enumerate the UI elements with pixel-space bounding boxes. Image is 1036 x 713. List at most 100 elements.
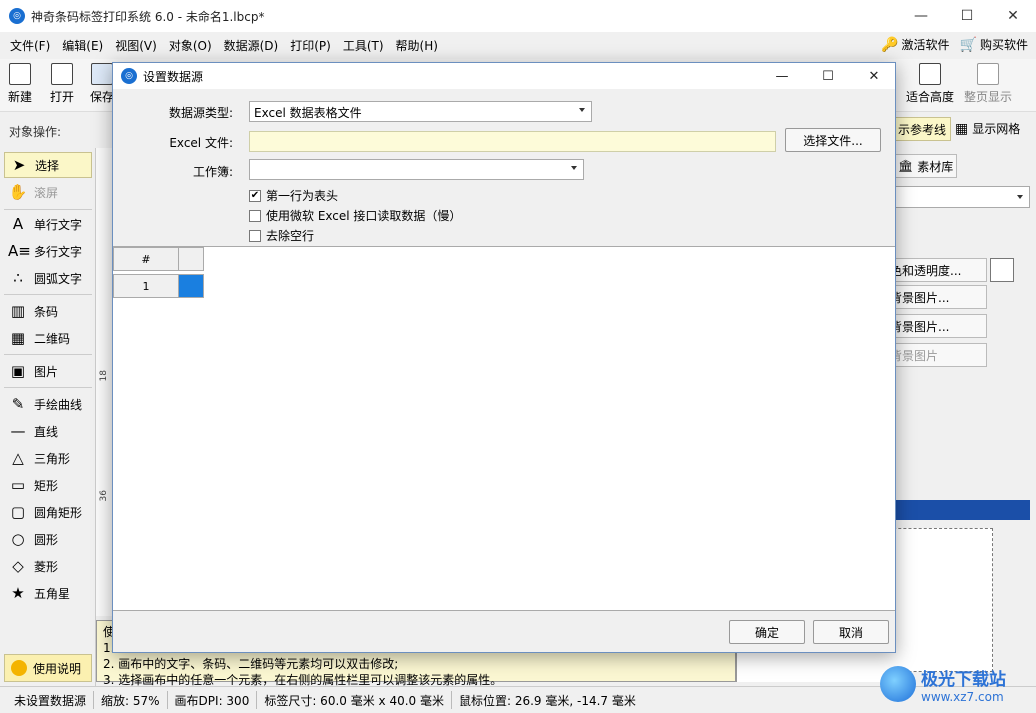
open-button[interactable]: 打开 bbox=[50, 63, 74, 105]
cart-icon: 🛒 bbox=[959, 36, 977, 53]
status-mouse-pos: 鼠标位置: 26.9 毫米, -14.7 毫米 bbox=[458, 693, 636, 708]
tool-star-label: 五角星 bbox=[34, 586, 71, 601]
datasource-type-select[interactable]: Excel 数据表格文件 bbox=[249, 101, 592, 122]
site-watermark: 极光下载站 www.xz7.com bbox=[880, 660, 1030, 708]
dialog-titlebar: ◎ 设置数据源 — ☐ ✕ bbox=[113, 63, 895, 89]
status-dpi: 画布DPI: 300 bbox=[168, 691, 258, 709]
material-select[interactable] bbox=[893, 186, 1030, 208]
tool-line[interactable]: — 直线 bbox=[4, 418, 92, 444]
maximize-button[interactable]: ☐ bbox=[944, 0, 990, 32]
watermark-name: 极光下载站 bbox=[921, 669, 1006, 690]
key-icon: 🔑 bbox=[881, 36, 899, 53]
set-bg-image-button[interactable]: 背景图片... bbox=[885, 285, 987, 309]
tool-image[interactable]: ▣ 图片 bbox=[4, 358, 92, 384]
ok-button[interactable]: 确定 bbox=[729, 620, 805, 644]
help-label: 使用说明 bbox=[33, 661, 82, 676]
open-label: 打开 bbox=[50, 90, 75, 104]
remove-empty-label: 去除空行 bbox=[266, 229, 315, 243]
tab-material-lib[interactable]: 🏛 素材库 bbox=[893, 154, 957, 178]
show-grid-label: 显示网格 bbox=[972, 122, 1021, 136]
tool-arc-text-label: 圆弧文字 bbox=[34, 271, 83, 286]
tool-line-label: 直线 bbox=[34, 424, 59, 439]
bulb-icon bbox=[11, 660, 27, 676]
menu-tools[interactable]: 工具(T) bbox=[337, 37, 390, 54]
first-row-header-label: 第一行为表头 bbox=[266, 189, 339, 203]
color-opacity-button[interactable]: 色和透明度... bbox=[885, 258, 987, 282]
excel-file-input[interactable] bbox=[249, 131, 776, 152]
chevron-down-icon bbox=[1017, 195, 1023, 199]
tool-scroll-label: 滚屏 bbox=[34, 185, 59, 200]
save-label: 保存 bbox=[90, 90, 115, 104]
save-button[interactable]: 保存 bbox=[90, 63, 114, 105]
menu-bar: 文件(F) 编辑(E) 视图(V) 对象(O) 数据源(D) 打印(P) 工具(… bbox=[0, 32, 1036, 59]
tool-arc-text[interactable]: ∴ 圆弧文字 bbox=[4, 265, 92, 291]
multiline-text-icon: A≡ bbox=[8, 242, 31, 260]
tool-star[interactable]: ★ 五角星 bbox=[4, 580, 92, 606]
tool-diamond[interactable]: ◇ 菱形 bbox=[4, 553, 92, 579]
new-label: 新建 bbox=[8, 90, 33, 104]
menu-view[interactable]: 视图(V) bbox=[109, 37, 163, 54]
line-icon: — bbox=[10, 422, 26, 440]
datasource-type-label: 数据源类型: bbox=[168, 106, 233, 120]
tool-triangle[interactable]: △ 三角形 bbox=[4, 445, 92, 471]
remove-empty-rows-checkbox[interactable]: 去除空行 bbox=[249, 227, 314, 244]
checkbox-icon bbox=[249, 209, 261, 222]
tool-select[interactable]: ➤ 选择 bbox=[4, 152, 92, 178]
cancel-button[interactable]: 取消 bbox=[813, 620, 889, 644]
menu-help[interactable]: 帮助(H) bbox=[390, 37, 444, 54]
menu-datasource[interactable]: 数据源(D) bbox=[218, 37, 285, 54]
window-title: 神奇条码标签打印系统 6.0 - 未命名1.lbcp* bbox=[31, 9, 265, 24]
dialog-minimize-button[interactable]: — bbox=[759, 63, 805, 89]
buy-software-link[interactable]: 🛒 购买软件 bbox=[960, 36, 1028, 53]
use-ms-excel-checkbox[interactable]: 使用微软 Excel 接口读取数据（慢） bbox=[249, 207, 461, 224]
dialog-close-button[interactable]: ✕ bbox=[851, 63, 897, 89]
new-button[interactable]: 新建 bbox=[8, 63, 32, 105]
clear-bg-image-button[interactable]: 背景图片 bbox=[885, 343, 987, 367]
tool-circle[interactable]: ○ 圆形 bbox=[4, 526, 92, 552]
menu-edit[interactable]: 编辑(E) bbox=[56, 37, 109, 54]
data-preview-grid: # 1 bbox=[113, 246, 895, 611]
tool-single-text[interactable]: A 单行文字 bbox=[4, 211, 92, 237]
dialog-maximize-button[interactable]: ☐ bbox=[805, 63, 851, 89]
tool-qrcode[interactable]: ▦ 二维码 bbox=[4, 325, 92, 351]
tool-scroll[interactable]: ✋ 滚屏 bbox=[4, 179, 92, 205]
circle-icon: ○ bbox=[11, 530, 25, 548]
show-grid-toggle[interactable]: ▦ 显示网格 bbox=[955, 120, 1020, 137]
tool-rectangle[interactable]: ▭ 矩形 bbox=[4, 472, 92, 498]
sheet-select[interactable] bbox=[249, 159, 584, 180]
help-button[interactable]: 使用说明 bbox=[4, 654, 92, 682]
fit-height-button[interactable]: 适合高度 bbox=[906, 63, 954, 105]
ref-line-toggle[interactable]: 示参考线 bbox=[893, 117, 951, 141]
triangle-icon: △ bbox=[12, 449, 24, 467]
buy-label: 购买软件 bbox=[979, 38, 1028, 52]
tool-rounded-rect[interactable]: ▢ 圆角矩形 bbox=[4, 499, 92, 525]
object-ops-label: 对象操作: bbox=[9, 125, 62, 139]
menu-object[interactable]: 对象(O) bbox=[163, 37, 218, 54]
tool-barcode[interactable]: ▥ 条码 bbox=[4, 298, 92, 324]
menu-file[interactable]: 文件(F) bbox=[4, 37, 56, 54]
tab-material-lib-label: 素材库 bbox=[917, 159, 954, 174]
dialog-title: 设置数据源 bbox=[143, 69, 204, 84]
hand-icon: ✋ bbox=[8, 183, 28, 201]
tool-multi-text[interactable]: A≡ 多行文字 bbox=[4, 238, 92, 264]
text-icon: A bbox=[12, 215, 24, 233]
activate-software-link[interactable]: 🔑 激活软件 bbox=[881, 36, 949, 53]
status-datasource: 未设置数据源 bbox=[0, 691, 95, 709]
first-row-header-checkbox[interactable]: ✔ 第一行为表头 bbox=[249, 187, 338, 204]
minimize-button[interactable]: — bbox=[898, 0, 944, 32]
dialog-logo-icon: ◎ bbox=[121, 68, 137, 84]
choose-file-button[interactable]: 选择文件... bbox=[785, 128, 881, 152]
checkbox-icon bbox=[249, 229, 261, 242]
close-button[interactable]: ✕ bbox=[990, 0, 1036, 32]
save-icon bbox=[91, 63, 113, 85]
set-bg-image-button-2[interactable]: 背景图片... bbox=[885, 314, 987, 338]
chevron-down-icon bbox=[571, 166, 577, 170]
menu-print[interactable]: 打印(P) bbox=[284, 37, 337, 54]
color-swatch[interactable] bbox=[990, 258, 1014, 282]
full-page-icon bbox=[977, 63, 999, 85]
full-page-button[interactable]: 整页显示 bbox=[964, 63, 1012, 105]
datasource-type-value: Excel 数据表格文件 bbox=[254, 106, 362, 120]
excel-file-label: Excel 文件: bbox=[169, 136, 233, 150]
tool-freehand[interactable]: ✎ 手绘曲线 bbox=[4, 391, 92, 417]
grid-selected-cell[interactable] bbox=[178, 274, 204, 298]
